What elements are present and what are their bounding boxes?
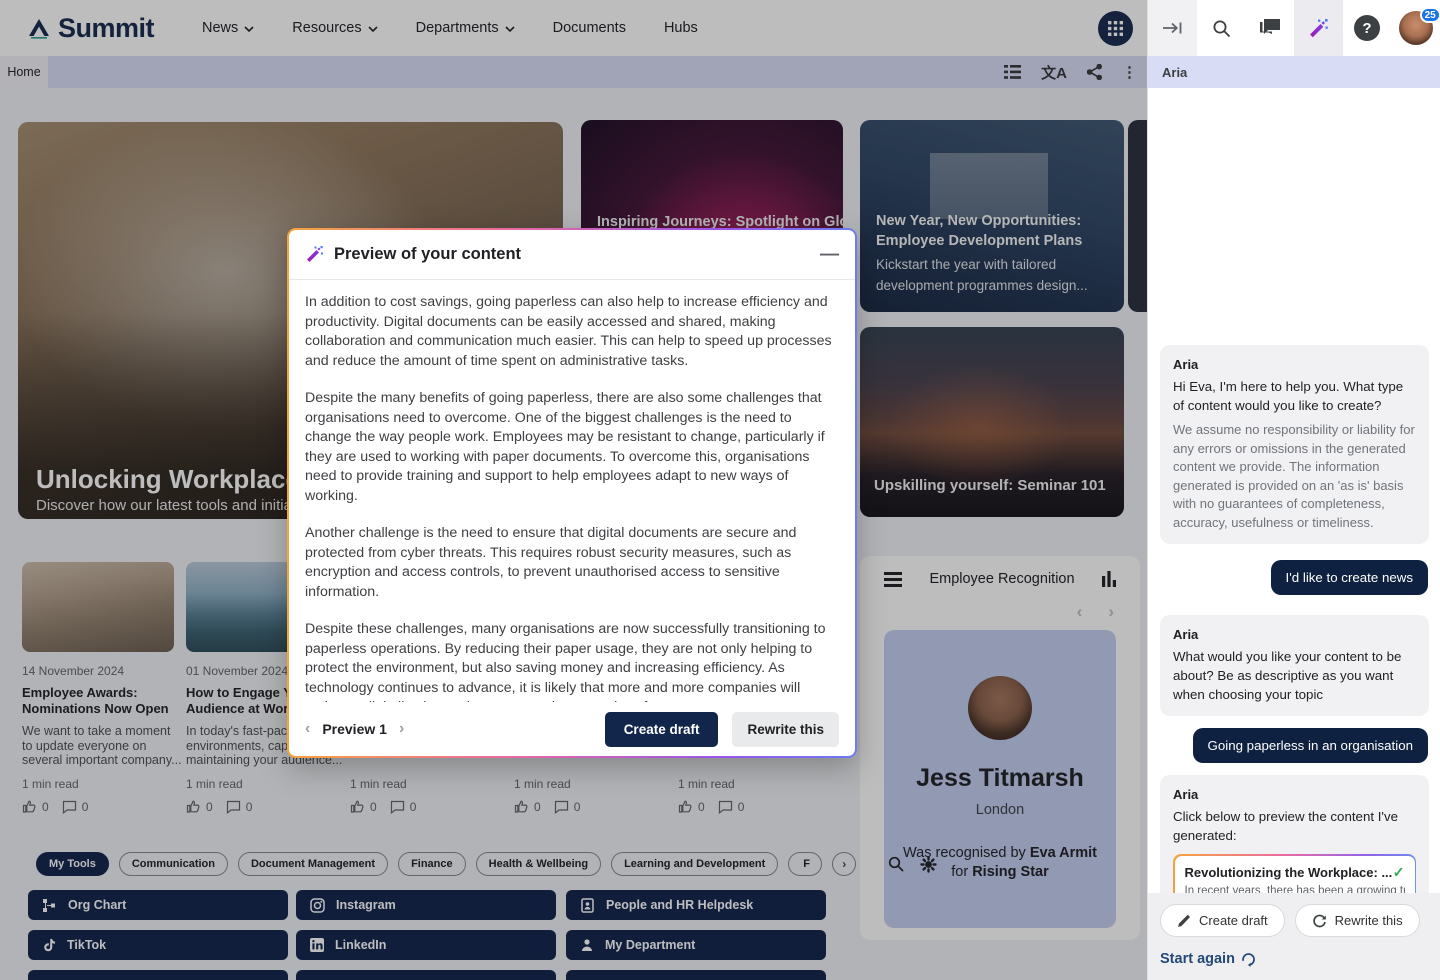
help-button[interactable]: ? — [1343, 0, 1392, 56]
chat-thread: Aria Hi Eva, I'm here to help you. What … — [1148, 88, 1440, 980]
search-button[interactable] — [1197, 0, 1246, 56]
collapse-panel-button[interactable] — [1148, 0, 1197, 56]
chat-footer: Create draft Rewrite this Start again — [1148, 893, 1440, 980]
check-icon: ✓ — [1393, 864, 1405, 881]
preview-paragraph: Another challenge is the need to ensure … — [305, 524, 839, 602]
chat-actions: Create draft Rewrite this — [1160, 904, 1440, 937]
preview-pagination: ‹ Preview 1 › — [305, 720, 404, 738]
assistant-panel-title: Aria — [1148, 56, 1440, 88]
message-text: What would you like your content to be a… — [1173, 647, 1416, 704]
preview-modal: Preview of your content — In addition to… — [287, 228, 857, 758]
preview-paragraph: In addition to cost savings, going paper… — [305, 293, 839, 371]
message-text: Click below to preview the content I've … — [1173, 807, 1416, 845]
magic-wand-icon — [305, 245, 324, 264]
modal-title: Preview of your content — [334, 245, 521, 264]
assistant-name: Aria — [1173, 787, 1416, 802]
assistant-name: Aria — [1173, 627, 1416, 642]
restart-icon — [1241, 952, 1256, 967]
assistant-message: Aria What would you like your content to… — [1160, 615, 1429, 716]
assistant-name: Aria — [1173, 357, 1416, 372]
notification-badge: 25 — [1420, 7, 1440, 23]
start-again-label: Start again — [1160, 951, 1235, 967]
chip-label: Rewrite this — [1335, 913, 1403, 928]
disclaimer-text: We assume no responsibility or liability… — [1173, 421, 1416, 532]
chat-button[interactable] — [1245, 0, 1294, 56]
create-draft-chip[interactable]: Create draft — [1160, 904, 1285, 937]
assistant-message: Aria Hi Eva, I'm here to help you. What … — [1160, 345, 1429, 544]
preview-paragraph: Despite the many benefits of going paper… — [305, 389, 839, 506]
rewrite-this-chip[interactable]: Rewrite this — [1295, 904, 1420, 937]
pencil-icon — [1177, 914, 1191, 928]
pagination-prev-icon[interactable]: ‹ — [305, 720, 310, 738]
ai-assistant-button[interactable] — [1294, 0, 1343, 56]
magic-wand-icon — [1307, 17, 1329, 39]
user-avatar-button[interactable]: 25 — [1391, 0, 1440, 56]
modal-footer: ‹ Preview 1 › Create draft Rewrite this — [289, 702, 855, 756]
create-draft-button[interactable]: Create draft — [605, 712, 719, 747]
user-avatar: 25 — [1399, 11, 1433, 45]
minimize-icon[interactable]: — — [820, 245, 839, 264]
refresh-icon — [1312, 913, 1327, 928]
start-again-link[interactable]: Start again — [1160, 951, 1256, 967]
preview-card-title: Revolutionizing the Workplace: ... — [1185, 865, 1393, 880]
chip-label: Create draft — [1199, 913, 1268, 928]
chat-icon — [1260, 19, 1280, 37]
help-icon: ? — [1354, 15, 1380, 41]
message-text: Hi Eva, I'm here to help you. What type … — [1173, 377, 1416, 415]
user-message: Going paperless in an organisation — [1193, 728, 1429, 763]
modal-header: Preview of your content — — [289, 230, 855, 280]
search-icon — [1212, 19, 1231, 38]
pagination-next-icon[interactable]: › — [399, 720, 404, 738]
app-root: Summit News Resources Departments Docume… — [0, 0, 1440, 980]
user-message: I'd like to create news — [1271, 560, 1428, 595]
assistant-sidebar: ? 25 Aria Aria Hi Eva, I'm here to help … — [1147, 0, 1440, 980]
rewrite-this-button[interactable]: Rewrite this — [732, 712, 839, 747]
collapse-arrow-icon — [1162, 21, 1182, 35]
preview-paragraph: Despite these challenges, many organisat… — [305, 620, 839, 702]
sidebar-header: ? 25 — [1148, 0, 1440, 56]
pagination-label: Preview 1 — [322, 721, 387, 737]
modal-body: In addition to cost savings, going paper… — [289, 280, 855, 702]
